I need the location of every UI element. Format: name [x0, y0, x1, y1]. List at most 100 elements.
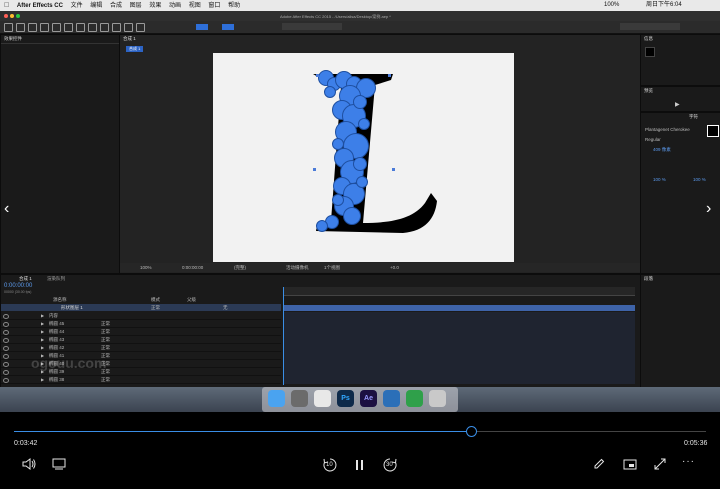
paragraph-tab[interactable]: 段落	[644, 276, 653, 282]
forward-30-button[interactable]: 30	[382, 457, 398, 473]
font-size-field[interactable]: 409 像素	[653, 147, 671, 153]
pause-icon[interactable]	[355, 459, 365, 471]
finder-icon[interactable]	[268, 390, 285, 407]
menubar-app-name[interactable]: After Effects CC	[17, 3, 63, 9]
expand-arrow-icon[interactable]: ▶	[41, 313, 44, 318]
bounding-box-handle[interactable]	[316, 74, 319, 77]
stroke-color-swatch[interactable]	[222, 24, 234, 30]
visibility-eye-icon[interactable]	[3, 362, 9, 367]
table-row[interactable]: ▶ 椭圆 43 正常	[1, 336, 281, 344]
property-mode[interactable]: 正常	[101, 345, 110, 351]
bounding-box-handle[interactable]	[388, 74, 391, 77]
rewind-10-button[interactable]: 10	[322, 457, 338, 473]
table-row[interactable]: ▶ 椭圆 38 正常	[1, 376, 281, 384]
anchor-point-handle[interactable]	[392, 168, 395, 171]
visibility-eye-icon[interactable]	[3, 370, 9, 375]
menu-layer[interactable]: 图层	[130, 3, 142, 9]
type-tool-icon[interactable]	[100, 23, 109, 32]
effect-controls-tab[interactable]: 效果控件	[4, 36, 22, 42]
volume-icon[interactable]	[22, 458, 36, 470]
chrome-icon[interactable]	[314, 390, 331, 407]
menubar-clock[interactable]: 周日下午6:04	[646, 0, 682, 11]
camera-select[interactable]: 活动摄像机	[286, 265, 309, 271]
magnification-select[interactable]: 100%	[140, 265, 152, 270]
property-mode[interactable]: 正常	[101, 329, 110, 335]
visibility-eye-icon[interactable]	[3, 346, 9, 351]
after-effects-icon[interactable]: Ae	[360, 390, 377, 407]
pen-tool-icon[interactable]	[88, 23, 97, 32]
menu-view[interactable]: 视图	[189, 3, 201, 9]
time-ruler[interactable]	[283, 287, 635, 296]
captions-icon[interactable]	[52, 458, 66, 470]
preview-tab[interactable]: 预览	[644, 88, 653, 94]
fill-color-swatch[interactable]	[196, 24, 208, 30]
vertical-scale-field[interactable]: 100 %	[653, 177, 666, 182]
search-help-input[interactable]	[620, 23, 680, 30]
table-row[interactable]: ▶ 椭圆 44 正常	[1, 328, 281, 336]
edit-pencil-icon[interactable]	[593, 458, 605, 470]
layer-name[interactable]: 形状图层 1	[61, 305, 83, 311]
pan-tool-icon[interactable]	[64, 23, 73, 32]
layer-duration-bar[interactable]	[283, 305, 635, 311]
property-mode[interactable]: 正常	[101, 377, 110, 383]
menu-edit[interactable]: 编辑	[90, 3, 102, 9]
mini-view-icon[interactable]	[623, 459, 637, 470]
fullscreen-icon[interactable]	[654, 458, 666, 470]
current-time-indicator[interactable]	[283, 287, 284, 385]
expand-arrow-icon[interactable]: ▶	[41, 337, 44, 342]
visibility-eye-icon[interactable]	[3, 338, 9, 343]
table-row[interactable]: ▶ 椭圆 45 正常	[1, 320, 281, 328]
menu-animation[interactable]: 动画	[169, 3, 181, 9]
anchor-point-handle[interactable]	[313, 168, 316, 171]
seek-bar[interactable]	[14, 426, 706, 437]
stamp-tool-icon[interactable]	[124, 23, 133, 32]
launchpad-icon[interactable]	[291, 390, 308, 407]
rotate-tool-icon[interactable]	[40, 23, 49, 32]
next-arrow-icon[interactable]: ›	[706, 200, 711, 218]
trash-icon[interactable]	[429, 390, 446, 407]
composition-canvas[interactable]	[213, 53, 514, 262]
render-queue-tab[interactable]: 渲染队列	[47, 276, 65, 282]
zoom-window-icon[interactable]	[16, 14, 20, 18]
play-preview-icon[interactable]: ▶	[675, 101, 680, 108]
apple-icon[interactable]: 	[4, 2, 9, 9]
property-mode[interactable]: 正常	[101, 337, 110, 343]
visibility-eye-icon[interactable]	[3, 378, 9, 383]
property-mode[interactable]: 正常	[101, 321, 110, 327]
more-options-icon[interactable]: ···	[682, 456, 695, 467]
menu-help[interactable]: 帮助	[228, 3, 240, 9]
horizontal-scale-field[interactable]: 100 %	[693, 177, 706, 182]
menu-file[interactable]: 文件	[71, 3, 83, 9]
current-time-display[interactable]: 0:00:00:00	[182, 265, 203, 270]
font-style-select[interactable]: Regular	[645, 137, 661, 142]
expand-arrow-icon[interactable]: ▶	[41, 321, 44, 326]
menu-effect[interactable]: 效果	[149, 3, 161, 9]
timeline-timecode[interactable]: 0:00:00:00	[4, 283, 32, 289]
hand-tool-icon[interactable]	[16, 23, 25, 32]
character-tab[interactable]: 字符	[689, 114, 698, 120]
expand-arrow-icon[interactable]: ▶	[41, 345, 44, 350]
photoshop-icon[interactable]: Ps	[337, 390, 354, 407]
seek-thumb[interactable]	[465, 426, 477, 437]
table-row[interactable]: ▶ 椭圆 42 正常	[1, 344, 281, 352]
layer-mode[interactable]: 正常	[151, 305, 160, 311]
evernote-icon[interactable]	[406, 390, 423, 407]
camera-tool-icon[interactable]	[52, 23, 61, 32]
font-family-select[interactable]: Plantagenet Cherokee	[645, 127, 690, 132]
visibility-eye-icon[interactable]	[3, 314, 9, 319]
info-tab[interactable]: 信息	[644, 36, 653, 42]
expand-arrow-icon[interactable]: ▶	[41, 329, 44, 334]
shape-layer-row[interactable]: 形状图层 1 正常 无	[1, 304, 281, 311]
exposure-offset[interactable]: +0.0	[390, 265, 399, 270]
layer-parent[interactable]: 无	[223, 305, 228, 311]
text-color-swatch[interactable]	[707, 125, 719, 137]
resolution-select[interactable]: (完整)	[234, 265, 246, 271]
shape-tool-icon[interactable]	[76, 23, 85, 32]
composition-tab[interactable]: 合成 1	[123, 36, 136, 42]
selection-tool-icon[interactable]	[4, 23, 13, 32]
visibility-eye-icon[interactable]	[3, 330, 9, 335]
menu-window[interactable]: 窗口	[208, 3, 220, 9]
eraser-tool-icon[interactable]	[136, 23, 145, 32]
view-layout-select[interactable]: 1个视图	[324, 265, 340, 271]
visibility-eye-icon[interactable]	[3, 354, 9, 359]
